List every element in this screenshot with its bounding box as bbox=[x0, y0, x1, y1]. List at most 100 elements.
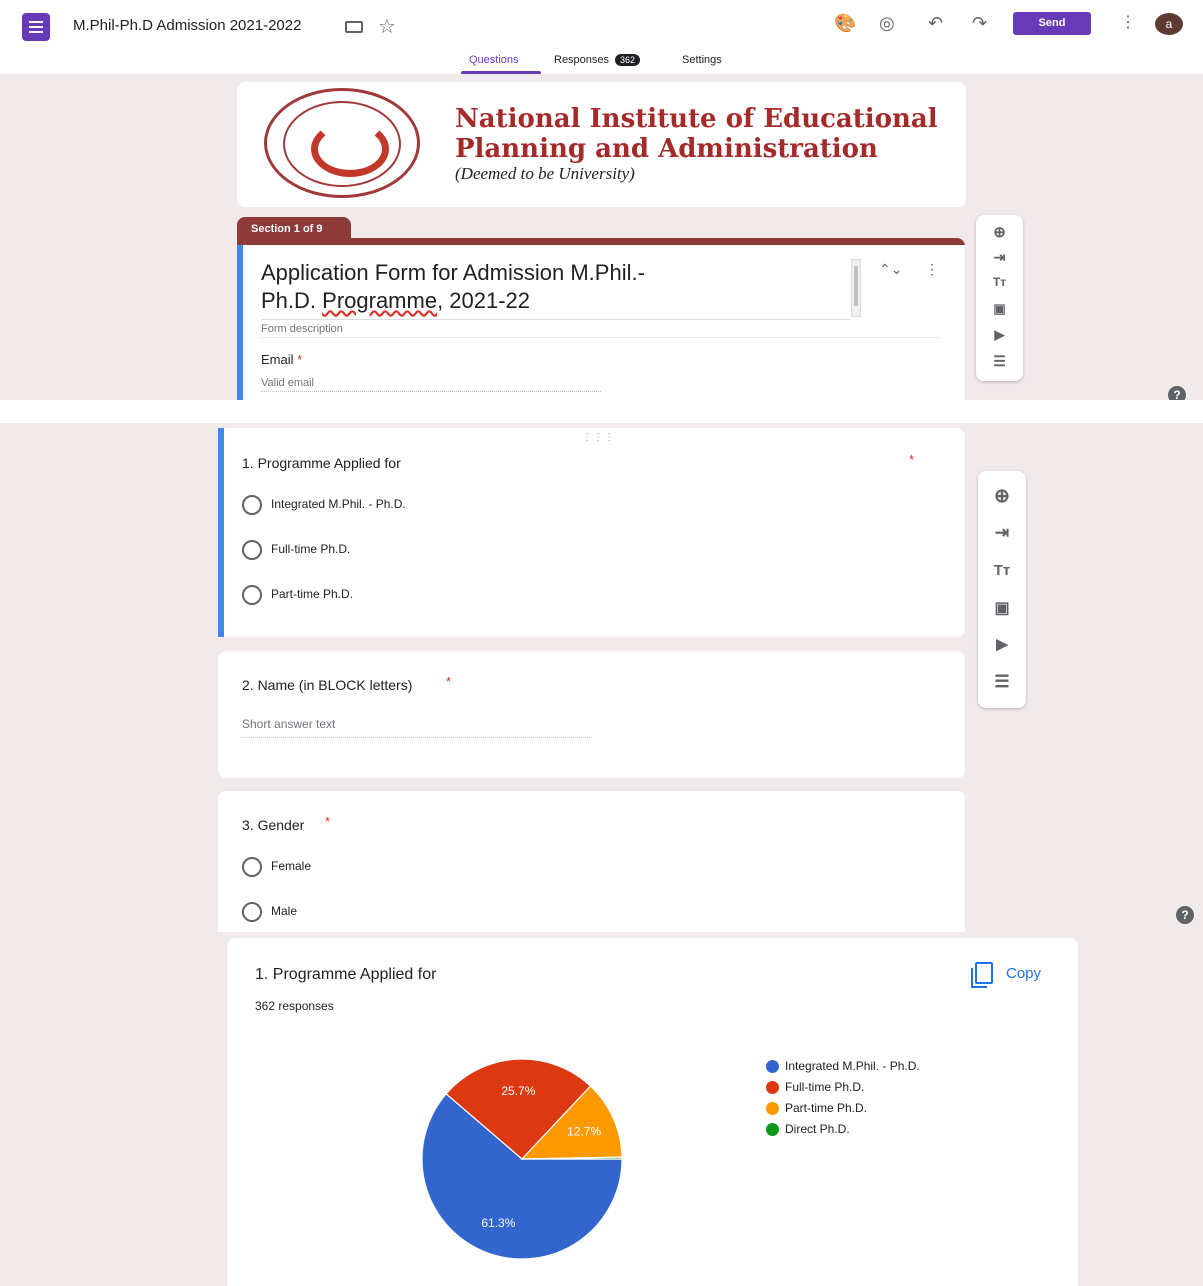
response-summary-card: 1. Programme Applied for 362 responses C… bbox=[227, 938, 1078, 1286]
collapse-section-icon[interactable]: ⌃⌄ bbox=[879, 261, 902, 278]
form-editor-screenshot-questions: ⋮⋮⋮ 1. Programme Applied for * Integrate… bbox=[0, 400, 1203, 932]
drag-handle-icon[interactable]: ⋮⋮⋮ bbox=[582, 432, 615, 443]
radio-button[interactable] bbox=[242, 857, 262, 877]
avatar[interactable]: a bbox=[1155, 13, 1183, 35]
email-field[interactable]: Valid email bbox=[261, 377, 601, 392]
radio-button[interactable] bbox=[242, 495, 262, 515]
pie-chart: 61.3% 25.7% 12.7% bbox=[417, 1054, 627, 1264]
add-video-icon[interactable]: ▶ bbox=[976, 327, 1023, 343]
help-icon[interactable]: ? bbox=[1176, 906, 1194, 924]
tab-questions[interactable]: Questions bbox=[469, 54, 519, 66]
screenshot-divider bbox=[0, 400, 1203, 423]
pie-chart-svg: 61.3% 25.7% 12.7% bbox=[421, 1058, 623, 1260]
pie-slice-label: 25.7% bbox=[501, 1084, 535, 1098]
floating-toolbar: ⊕ ⇥ Tт ▣ ▶ ☰ bbox=[978, 471, 1026, 708]
responses-summary-screenshot: 1. Programme Applied for 362 responses C… bbox=[0, 932, 1203, 1286]
legend-swatch bbox=[766, 1081, 779, 1094]
option-label: Male bbox=[271, 904, 298, 918]
add-question-icon[interactable]: ⊕ bbox=[976, 223, 1023, 241]
legend-label: Integrated M.Phil. - Ph.D. bbox=[785, 1059, 920, 1073]
pie-slice-label: 61.3% bbox=[481, 1216, 515, 1230]
legend-swatch bbox=[766, 1123, 779, 1136]
required-asterisk: * bbox=[446, 674, 452, 689]
legend-label: Full-time Ph.D. bbox=[785, 1080, 865, 1094]
more-vert-icon[interactable]: ⋮ bbox=[1120, 12, 1136, 32]
short-answer-field[interactable]: Short answer text bbox=[242, 717, 592, 738]
redo-icon[interactable]: ↷ bbox=[972, 13, 987, 34]
send-button[interactable]: Send bbox=[1013, 12, 1091, 35]
form-title-line1: Application Form for Admission M.Phil.- bbox=[261, 260, 645, 285]
add-section-icon[interactable]: ☰ bbox=[978, 672, 1026, 692]
email-label-text: Email bbox=[261, 352, 294, 367]
copy-icon bbox=[971, 962, 993, 988]
forms-app-icon[interactable] bbox=[22, 13, 50, 41]
tab-responses-label: Responses bbox=[554, 54, 610, 66]
undo-icon[interactable]: ↶ bbox=[928, 13, 943, 34]
responses-count-badge: 362 bbox=[615, 54, 641, 66]
floating-toolbar: ⊕ ⇥ Tт ▣ ▶ ☰ bbox=[976, 215, 1023, 381]
top-app-bar: M.Phil-Ph.D Admission 2021-2022 ☆ 🎨 ◎ ↶ … bbox=[0, 0, 1203, 74]
add-question-icon[interactable]: ⊕ bbox=[978, 485, 1026, 508]
radio-button[interactable] bbox=[242, 540, 262, 560]
form-title-input[interactable]: Application Form for Admission M.Phil.- … bbox=[261, 259, 851, 320]
question-card[interactable]: ⋮⋮⋮ 1. Programme Applied for * Integrate… bbox=[218, 428, 965, 637]
add-image-icon[interactable]: ▣ bbox=[976, 301, 1023, 317]
form-title-card[interactable]: Application Form for Admission M.Phil.- … bbox=[237, 245, 965, 400]
form-title-line2-post: , 2021-22 bbox=[437, 288, 531, 313]
response-count: 362 responses bbox=[255, 999, 334, 1013]
folder-icon[interactable] bbox=[345, 21, 363, 33]
question-card[interactable]: 3. Gender * Female Male bbox=[218, 791, 965, 932]
form-title-spellcheck-word: Programme bbox=[322, 288, 438, 313]
option-label: Female bbox=[271, 859, 312, 873]
tab-settings[interactable]: Settings bbox=[682, 54, 722, 66]
section-more-icon[interactable]: ⋮ bbox=[925, 261, 939, 278]
question-title[interactable]: 1. Programme Applied for bbox=[242, 455, 401, 471]
required-asterisk: * bbox=[325, 814, 331, 829]
institute-name-line1: National Institute of Educational bbox=[455, 104, 938, 134]
form-description-input[interactable]: Form description bbox=[261, 323, 941, 338]
help-icon[interactable]: ? bbox=[1168, 386, 1186, 400]
add-title-icon[interactable]: Tт bbox=[978, 562, 1026, 579]
question-title[interactable]: 3. Gender bbox=[242, 817, 304, 833]
summary-question-title: 1. Programme Applied for bbox=[255, 966, 437, 983]
institute-subtitle: (Deemed to be University) bbox=[455, 164, 635, 183]
palette-icon[interactable]: 🎨 bbox=[834, 13, 856, 34]
option-label: Part-time Ph.D. bbox=[271, 587, 354, 601]
focus-accent-bar bbox=[237, 245, 243, 400]
copy-label: Copy bbox=[1006, 965, 1042, 982]
preview-eye-icon[interactable]: ◎ bbox=[879, 13, 895, 34]
form-title-line2: Ph.D. Programme, 2021-22 bbox=[261, 287, 851, 315]
question-title[interactable]: 2. Name (in BLOCK letters) bbox=[242, 677, 412, 693]
radio-button[interactable] bbox=[242, 585, 262, 605]
focus-accent-bar bbox=[218, 428, 224, 637]
title-scrollbar[interactable] bbox=[851, 259, 861, 317]
document-title[interactable]: M.Phil-Ph.D Admission 2021-2022 bbox=[73, 17, 301, 34]
legend-swatch bbox=[766, 1102, 779, 1115]
institute-name-line2: Planning and Administration bbox=[455, 134, 878, 164]
form-title-line2-pre: Ph.D. bbox=[261, 288, 323, 313]
star-icon[interactable]: ☆ bbox=[378, 14, 396, 39]
required-asterisk: * bbox=[297, 352, 303, 367]
legend-label: Part-time Ph.D. bbox=[785, 1101, 868, 1115]
header-banner-image: National Institute of Educational Planni… bbox=[237, 82, 966, 207]
tab-responses[interactable]: Responses 362 bbox=[554, 54, 641, 66]
email-question-label: Email * bbox=[261, 352, 302, 367]
question-card[interactable]: 2. Name (in BLOCK letters) * Short answe… bbox=[218, 651, 965, 778]
required-asterisk: * bbox=[909, 452, 915, 467]
radio-button[interactable] bbox=[242, 902, 262, 922]
institute-name: National Institute of Educational Planni… bbox=[455, 104, 938, 164]
add-section-icon[interactable]: ☰ bbox=[976, 353, 1023, 370]
option-label: Full-time Ph.D. bbox=[271, 542, 351, 556]
option-label: Integrated M.Phil. - Ph.D. bbox=[271, 497, 406, 511]
institute-seal-logo bbox=[264, 88, 420, 198]
form-editor-screenshot-top: M.Phil-Ph.D Admission 2021-2022 ☆ 🎨 ◎ ↶ … bbox=[0, 0, 1203, 400]
legend-label: Direct Ph.D. bbox=[785, 1122, 850, 1136]
pie-slice-label: 12.7% bbox=[567, 1124, 601, 1138]
import-questions-icon[interactable]: ⇥ bbox=[978, 523, 1026, 543]
add-video-icon[interactable]: ▶ bbox=[978, 635, 1026, 653]
active-tab-indicator bbox=[461, 71, 541, 74]
legend-swatch bbox=[766, 1060, 779, 1073]
import-questions-icon[interactable]: ⇥ bbox=[976, 249, 1023, 266]
add-image-icon[interactable]: ▣ bbox=[978, 598, 1026, 618]
add-title-icon[interactable]: Tт bbox=[976, 275, 1023, 289]
